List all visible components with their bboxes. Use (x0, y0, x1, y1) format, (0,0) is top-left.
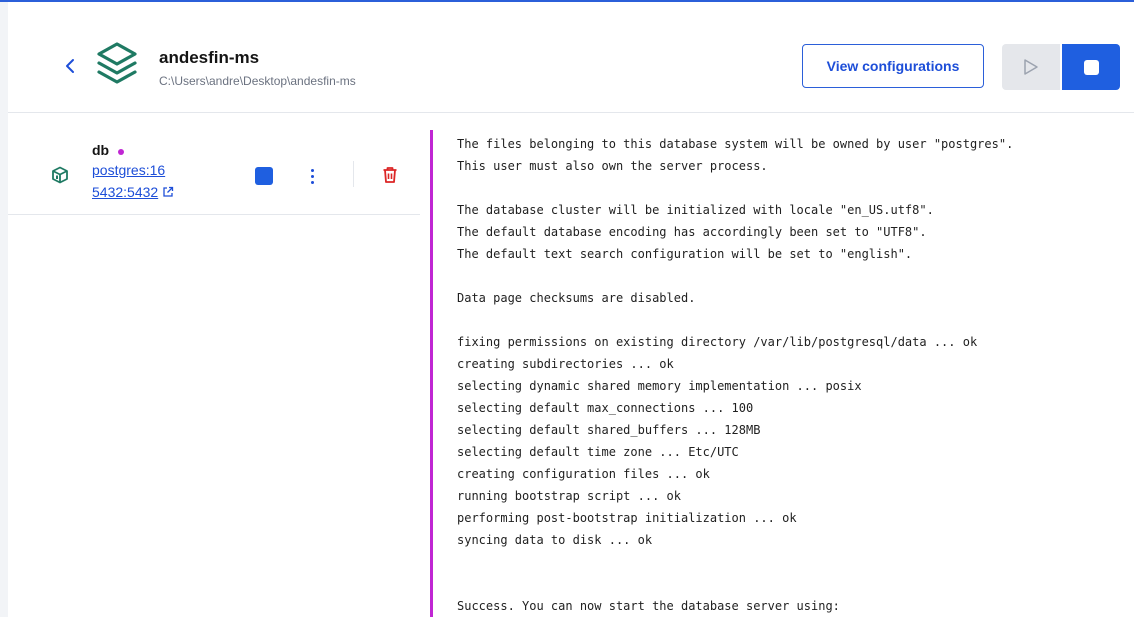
status-dot (118, 149, 124, 155)
log-line: The default text search configuration wi… (457, 247, 913, 261)
log-line: This user must also own the server proce… (457, 159, 768, 173)
log-line: syncing data to disk ... ok (457, 533, 653, 547)
project-title: andesfin-ms (159, 48, 260, 67)
log-line: performing post-bootstrap initialization… (457, 511, 797, 525)
cube-icon (52, 166, 68, 184)
container-log-output: The files belonging to this database sys… (457, 133, 1127, 617)
port-link[interactable]: 5432:5432 (92, 184, 174, 200)
container-item-db[interactable]: db postgres:16 5432:5432 (8, 114, 420, 215)
project-path: C:\Users\andre\Desktop\andesfin-ms (159, 74, 356, 88)
container-stop-button[interactable] (255, 167, 273, 185)
log-accent-bar (430, 130, 433, 617)
log-line: creating configuration files ... ok (457, 467, 710, 481)
port-mapping: 5432:5432 (92, 184, 159, 200)
container-image-link[interactable]: postgres:16 (92, 162, 165, 178)
play-icon (1024, 59, 1038, 75)
stop-icon (1083, 59, 1099, 75)
project-header: andesfin-ms C:\Users\andre\Desktop\andes… (8, 2, 1134, 113)
log-line: selecting default shared_buffers ... 128… (457, 423, 761, 437)
log-line: The default database encoding has accord… (457, 225, 927, 239)
view-configurations-button[interactable]: View configurations (802, 44, 984, 88)
kebab-dot (310, 180, 314, 184)
stack-layers-icon (97, 42, 137, 84)
container-name: db (92, 142, 110, 158)
action-divider (353, 161, 354, 187)
log-line: selecting dynamic shared memory implemen… (457, 379, 862, 393)
stop-button[interactable] (1062, 44, 1120, 90)
log-line: Success. You can now start the database … (457, 599, 840, 613)
log-line: selecting default time zone ... Etc/UTC (457, 445, 739, 459)
kebab-dot (310, 168, 314, 172)
kebab-dot (310, 174, 314, 178)
log-line: Data page checksums are disabled. (457, 291, 696, 305)
start-button[interactable] (1002, 44, 1060, 90)
trash-icon[interactable] (382, 166, 398, 184)
log-line: The files belonging to this database sys… (457, 137, 1014, 151)
external-link-icon (163, 186, 174, 197)
chevron-left-icon (66, 59, 74, 73)
more-options-button[interactable] (308, 164, 316, 188)
log-line: The database cluster will be initialized… (457, 203, 934, 217)
log-line: running bootstrap script ... ok (457, 489, 681, 503)
back-button[interactable] (60, 54, 80, 78)
log-line: selecting default max_connections ... 10… (457, 401, 754, 415)
left-rail (0, 2, 8, 617)
log-line: creating subdirectories ... ok (457, 357, 674, 371)
log-line: fixing permissions on existing directory… (457, 335, 978, 349)
